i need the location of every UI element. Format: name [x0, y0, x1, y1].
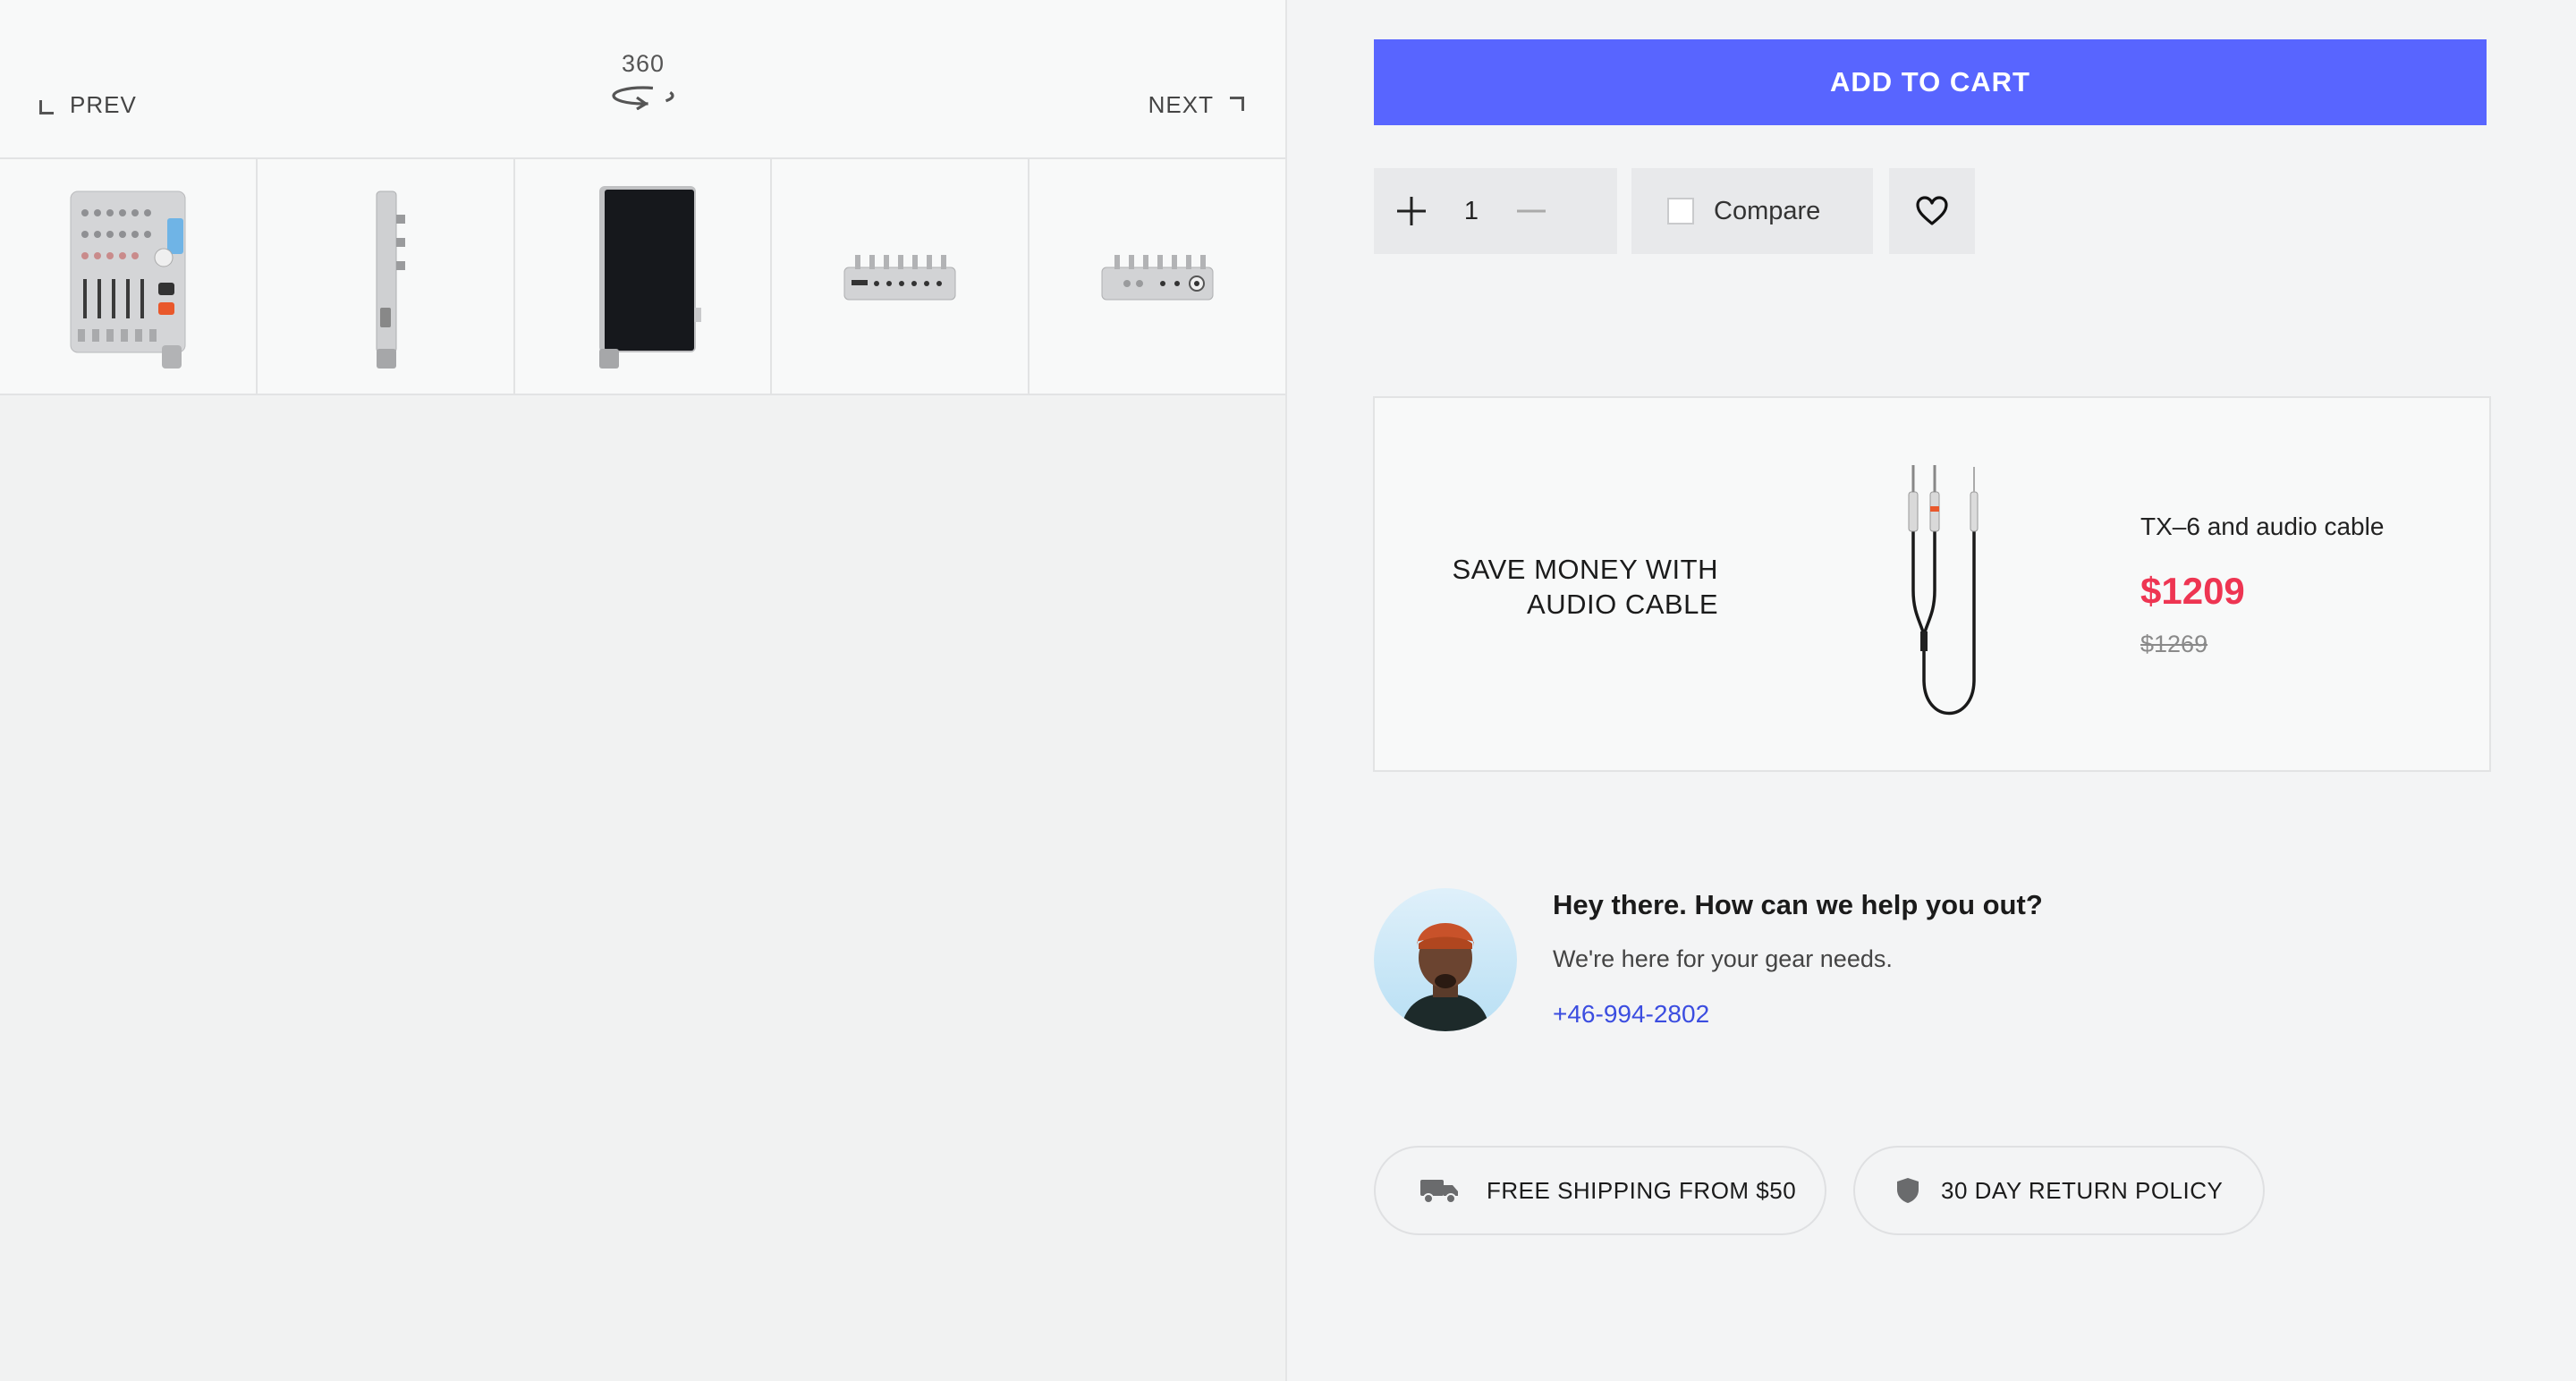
- quantity-stepper: 1: [1374, 168, 1617, 254]
- corner-bracket-icon: [1230, 96, 1244, 111]
- device-front-image: [70, 191, 186, 369]
- shipping-text: FREE SHIPPING FROM $50: [1487, 1176, 1797, 1204]
- support-person-image: [1374, 888, 1517, 1031]
- help-subtitle: We're here for your gear needs.: [1553, 945, 1893, 972]
- truck-icon: [1420, 1180, 1458, 1204]
- next-button[interactable]: NEXT: [1148, 91, 1244, 119]
- thumbnail-back[interactable]: [515, 159, 773, 394]
- thumbnail-strip: [0, 159, 1285, 395]
- shield-icon: [1897, 1178, 1919, 1203]
- decrease-quantity-button[interactable]: [1494, 168, 1569, 254]
- gallery-nav: PREV 360 NEXT: [0, 0, 1285, 159]
- bundle-price: $1209: [2140, 570, 2245, 612]
- heart-icon: [1916, 196, 1948, 225]
- minus-icon: [1517, 209, 1546, 213]
- support-phone-link[interactable]: +46-994-2802: [1553, 1000, 1709, 1029]
- quantity-value[interactable]: 1: [1449, 197, 1494, 226]
- thumbnail-front[interactable]: [0, 159, 258, 394]
- thumbnail-top[interactable]: [772, 159, 1030, 394]
- return-policy-text: 30 DAY RETURN POLICY: [1941, 1176, 2224, 1204]
- prev-button[interactable]: PREV: [39, 91, 137, 119]
- plus-icon: [1397, 197, 1426, 225]
- compare-checkbox[interactable]: [1667, 198, 1694, 225]
- device-top-image: [843, 255, 956, 301]
- next-label: NEXT: [1148, 91, 1214, 118]
- spin-360-button[interactable]: 360: [605, 50, 682, 110]
- support-avatar: [1374, 888, 1517, 1031]
- thumbnail-bottom[interactable]: [1030, 159, 1285, 394]
- bundle-offer-card[interactable]: SAVE MONEY WITH AUDIO CABLE TX–6 and aud…: [1373, 396, 2491, 772]
- return-policy-badge: 30 DAY RETURN POLICY: [1853, 1146, 2265, 1235]
- device-back-image: [599, 186, 702, 369]
- rotate-360-icon: [612, 86, 674, 110]
- bundle-old-price: $1269: [2140, 631, 2208, 657]
- wishlist-button[interactable]: [1889, 168, 1975, 254]
- bundle-headline: SAVE MONEY WITH AUDIO CABLE: [1452, 554, 1718, 620]
- help-title: Hey there. How can we help you out?: [1553, 889, 2043, 920]
- add-to-cart-button[interactable]: ADD TO CART: [1374, 39, 2487, 125]
- device-side-image: [376, 191, 405, 369]
- spin-label: 360: [621, 50, 665, 77]
- shipping-badge: FREE SHIPPING FROM $50: [1374, 1146, 1826, 1235]
- bundle-name: TX–6 and audio cable: [2140, 513, 2385, 540]
- compare-toggle[interactable]: Compare: [1631, 168, 1873, 254]
- audio-cable-image: [1908, 465, 1979, 716]
- corner-bracket-icon: [39, 99, 54, 114]
- prev-label: PREV: [70, 91, 137, 118]
- product-gallery: PREV 360 NEXT: [0, 0, 1287, 1381]
- increase-quantity-button[interactable]: [1374, 168, 1449, 254]
- thumbnail-side[interactable]: [258, 159, 515, 394]
- device-bottom-image: [1101, 255, 1214, 301]
- compare-label: Compare: [1714, 196, 1821, 225]
